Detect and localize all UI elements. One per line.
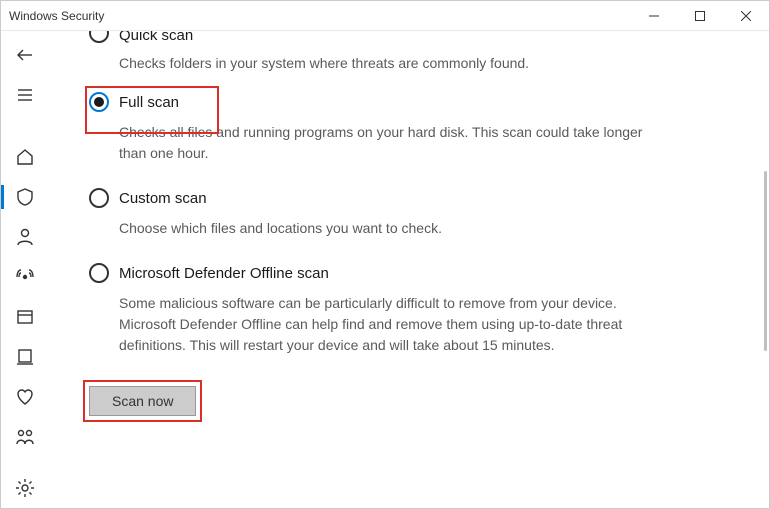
heart-icon <box>15 387 35 407</box>
offline-scan-desc: Some malicious software can be particula… <box>119 293 659 356</box>
minimize-button[interactable] <box>631 1 677 31</box>
sidebar-item-app-browser[interactable] <box>1 297 49 337</box>
person-icon <box>15 227 35 247</box>
sidebar-item-virus-protection[interactable] <box>1 177 49 217</box>
gear-icon <box>15 478 35 498</box>
network-icon <box>15 267 35 287</box>
sidebar-item-firewall[interactable] <box>1 257 49 297</box>
shield-icon <box>15 187 35 207</box>
sidebar-item-account[interactable] <box>1 217 49 257</box>
option-offline-scan[interactable]: Microsoft Defender Offline scan Some mal… <box>89 263 729 356</box>
titlebar: Windows Security <box>1 1 769 31</box>
full-scan-desc: Checks all files and running programs on… <box>119 122 659 164</box>
family-icon <box>15 427 35 447</box>
maximize-button[interactable] <box>677 1 723 31</box>
back-button[interactable] <box>1 35 49 75</box>
offline-scan-title: Microsoft Defender Offline scan <box>119 265 329 282</box>
quick-scan-title: Quick scan <box>119 31 193 44</box>
sidebar-item-family[interactable] <box>1 417 49 457</box>
full-scan-title: Full scan <box>119 94 179 111</box>
option-full-scan[interactable]: Full scan Checks all files and running p… <box>89 92 729 164</box>
scan-options-panel: Quick scan Checks folders in your system… <box>49 31 769 508</box>
sidebar-item-device-performance[interactable] <box>1 377 49 417</box>
quick-scan-desc: Checks folders in your system where thre… <box>119 53 659 74</box>
maximize-icon <box>695 11 705 21</box>
sidebar-item-settings[interactable] <box>1 468 49 508</box>
hamburger-menu[interactable] <box>1 75 49 115</box>
close-icon <box>741 11 751 21</box>
radio-custom-scan[interactable] <box>89 188 109 208</box>
custom-scan-title: Custom scan <box>119 190 207 207</box>
sidebar-item-device-security[interactable] <box>1 337 49 377</box>
app-control-icon <box>15 307 35 327</box>
window-controls <box>631 1 769 30</box>
radio-full-scan[interactable] <box>89 92 109 112</box>
radio-offline-scan[interactable] <box>89 263 109 283</box>
scrollbar[interactable] <box>764 171 767 351</box>
home-icon <box>15 147 35 167</box>
option-quick-scan[interactable]: Quick scan Checks folders in your system… <box>89 31 729 74</box>
radio-quick-scan[interactable] <box>89 31 109 43</box>
sidebar-item-home[interactable] <box>1 137 49 177</box>
close-button[interactable] <box>723 1 769 31</box>
sidebar <box>1 31 49 508</box>
device-icon <box>15 347 35 367</box>
back-arrow-icon <box>15 45 35 65</box>
minimize-icon <box>649 11 659 21</box>
option-custom-scan[interactable]: Custom scan Choose which files and locat… <box>89 188 729 239</box>
scan-now-button[interactable]: Scan now <box>89 386 196 416</box>
custom-scan-desc: Choose which files and locations you wan… <box>119 218 659 239</box>
window-title: Windows Security <box>9 9 631 23</box>
hamburger-icon <box>15 85 35 105</box>
